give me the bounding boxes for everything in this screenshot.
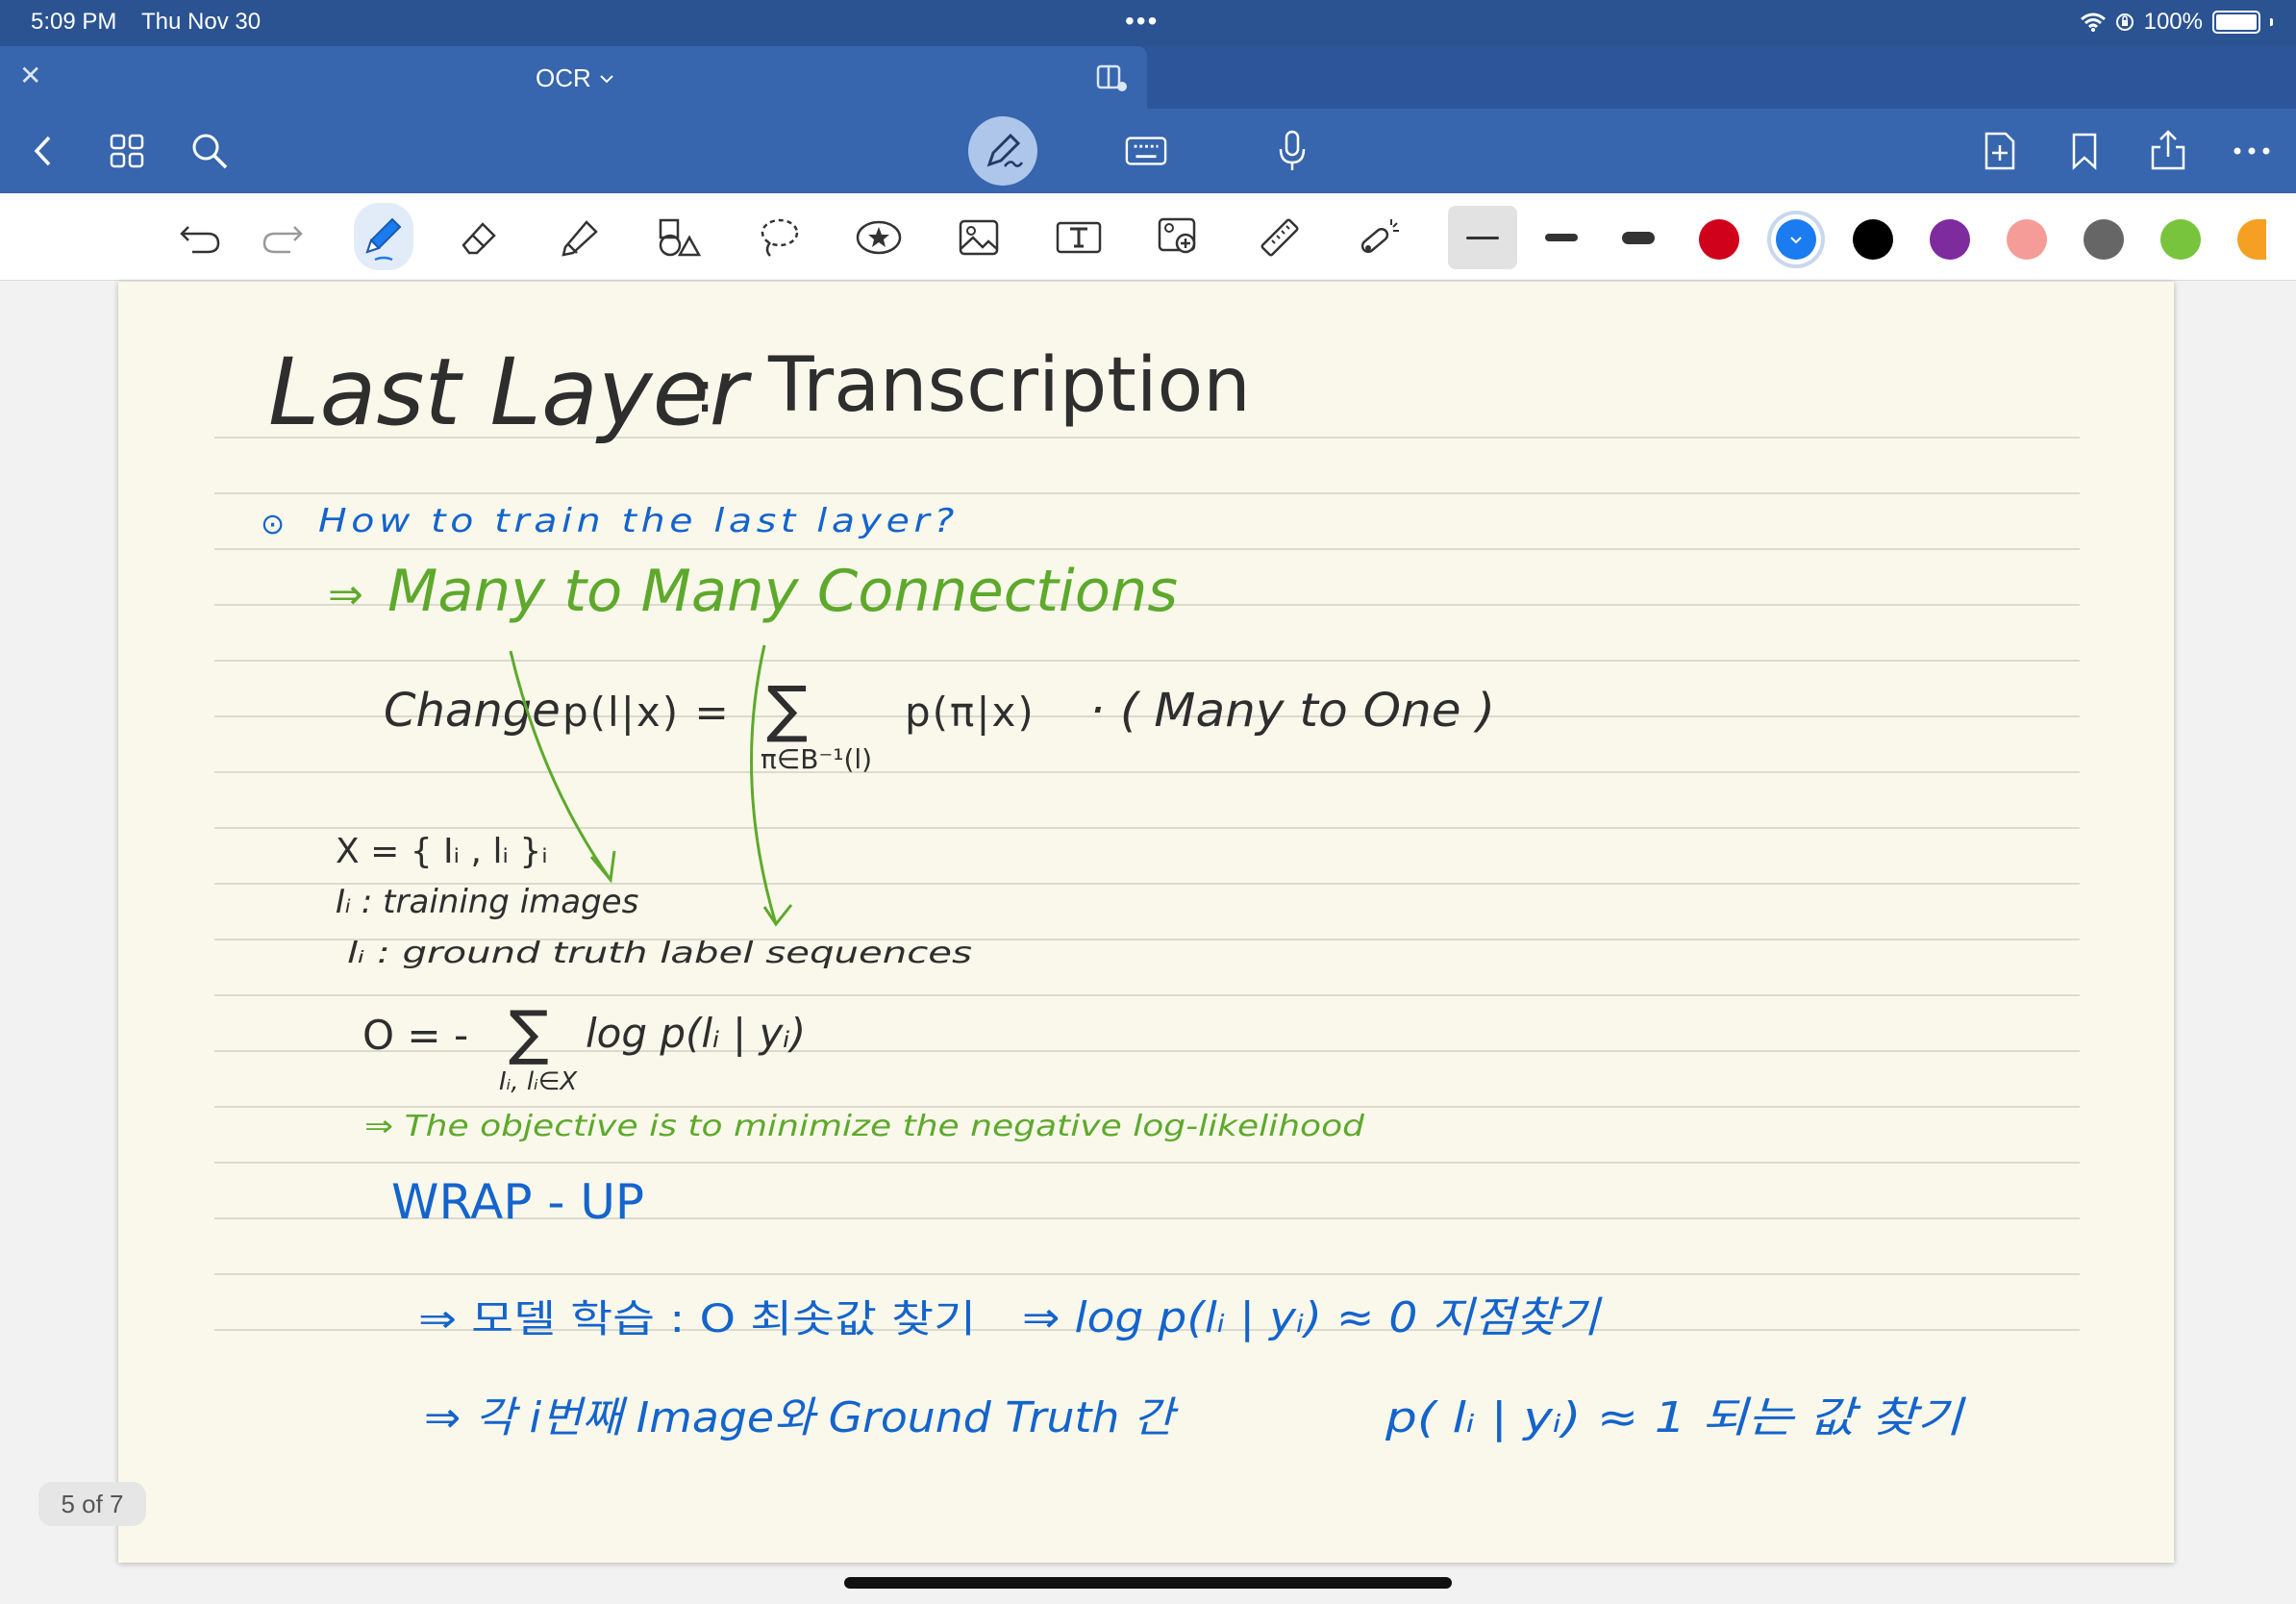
objective-subscript: Iᵢ, lᵢ∈X	[499, 1067, 578, 1096]
undo-icon[interactable]	[175, 213, 225, 263]
shapes-icon[interactable]	[654, 213, 704, 263]
status-date: Thu Nov 30	[141, 9, 262, 35]
wrap-up-line1-lhs: ⇒ 모델 학습 : O 최솟값 찾기	[418, 1297, 976, 1341]
wifi-icon	[2080, 13, 2106, 32]
many-to-many-text: Many to Many Connections	[387, 558, 1178, 625]
status-right: 100%	[2080, 9, 2273, 36]
lasso-icon[interactable]	[754, 213, 804, 263]
camera-image-icon[interactable]	[1154, 213, 1204, 263]
color-swatch-purple[interactable]	[1930, 219, 1970, 260]
close-icon[interactable]: ✕	[19, 60, 41, 91]
change-equation: p(l|x) =	[562, 689, 731, 736]
stroke-width-medium[interactable]	[1545, 234, 1578, 241]
more-dots-icon[interactable]: •••	[1125, 6, 1159, 37]
add-page-icon[interactable]	[1979, 130, 2021, 172]
x-definition: X = { Iᵢ , lᵢ }ᵢ	[336, 832, 548, 871]
heading-transcription: Transcription	[767, 342, 1251, 429]
redo-icon[interactable]	[258, 213, 308, 263]
objective-lhs: O = -	[362, 1012, 468, 1059]
l-definition: lᵢ : ground truth label sequences	[347, 937, 972, 970]
battery-percent: 100%	[2143, 9, 2203, 35]
thumbnails-grid-icon[interactable]	[106, 130, 148, 172]
sticker-icon[interactable]	[854, 213, 904, 263]
color-swatch-black[interactable]	[1853, 219, 1893, 260]
text-box-icon[interactable]	[1054, 213, 1104, 263]
i-definition: Iᵢ : training images	[336, 883, 638, 921]
status-bar: 5:09 PM Thu Nov 30 ••• 100%	[0, 0, 2296, 46]
microphone-icon[interactable]	[1271, 130, 1313, 172]
battery-icon	[2212, 11, 2260, 34]
bookmark-icon[interactable]	[2063, 130, 2106, 172]
more-icon[interactable]	[2231, 130, 2273, 172]
split-view-icon[interactable]	[1096, 63, 1129, 92]
heading-colon: :	[695, 359, 714, 426]
notebook-page[interactable]: Last Layer : Transcription ⊙ How to trai…	[118, 282, 2174, 1563]
battery-nub	[2270, 18, 2273, 26]
share-icon[interactable]	[2147, 130, 2189, 172]
color-swatch-gray[interactable]	[2084, 219, 2124, 260]
sum-symbol-1: ∑	[766, 674, 808, 745]
question-text: How to train the last layer?	[318, 502, 959, 540]
tool-bar	[0, 193, 2296, 281]
wrap-up-line2-lhs: ⇒ 각 i번째 Image와 Ground Truth 간	[424, 1393, 1180, 1442]
wrap-up-line1-rhs: ⇒ log p(lᵢ | yᵢ) ≈ 0 지점찾기	[1022, 1293, 1603, 1342]
question-bullet: ⊙	[261, 508, 285, 541]
sum-symbol-2: ∑	[509, 997, 549, 1067]
sum-subscript-1: π∈B⁻¹(l)	[761, 743, 872, 775]
document-tab[interactable]: ✕ OCR	[0, 46, 1147, 109]
wrap-up-heading: WRAP - UP	[391, 1174, 644, 1230]
wrap-up-line2-rhs: p( lᵢ | yᵢ) ≈ 1 되는 값 찾기	[1385, 1393, 1966, 1442]
ruler-icon[interactable]	[1254, 213, 1304, 263]
pen-mode-icon[interactable]	[968, 116, 1037, 186]
pen-icon[interactable]	[354, 203, 413, 270]
document-title: OCR	[536, 63, 591, 92]
page-indicator: 5 of 7	[38, 1482, 146, 1526]
page-canvas[interactable]: Last Layer : Transcription ⊙ How to trai…	[118, 282, 2174, 1563]
heading-last-layer: Last Layer	[268, 338, 753, 446]
color-swatch-blue-selected[interactable]	[1776, 219, 1816, 260]
laser-pointer-icon[interactable]	[1354, 213, 1404, 263]
status-time: 5:09 PM	[31, 9, 117, 35]
search-icon[interactable]	[188, 130, 231, 172]
eraser-icon[interactable]	[454, 213, 504, 263]
color-swatch-red[interactable]	[1699, 219, 1739, 260]
highlighter-icon[interactable]	[554, 213, 604, 263]
chevron-down-icon	[600, 74, 613, 83]
color-swatch-pink[interactable]	[2007, 219, 2047, 260]
image-icon[interactable]	[954, 213, 1004, 263]
nav-bar	[0, 109, 2296, 193]
objective-term: log p(lᵢ | yᵢ)	[586, 1010, 806, 1057]
home-indicator[interactable]	[844, 1577, 1452, 1589]
orientation-lock-icon	[2115, 13, 2134, 31]
many-arrow: ⇒	[328, 570, 363, 619]
color-swatch-green[interactable]	[2160, 219, 2201, 260]
green-arrow-right-head	[762, 904, 793, 927]
back-icon[interactable]	[21, 130, 63, 172]
stroke-width-thick[interactable]	[1622, 232, 1655, 244]
many-to-one: · ( Many to One )	[1089, 684, 1495, 738]
document-title-button[interactable]: OCR	[536, 63, 614, 93]
keyboard-icon[interactable]	[1125, 130, 1167, 172]
stroke-width-thin-selected[interactable]	[1448, 206, 1517, 269]
color-swatch-orange[interactable]	[2237, 219, 2266, 260]
change-term: p(π|x)	[905, 689, 1036, 736]
chevron-down-icon	[1790, 236, 1802, 243]
objective-note: ⇒ The objective is to minimize the negat…	[364, 1110, 1365, 1143]
